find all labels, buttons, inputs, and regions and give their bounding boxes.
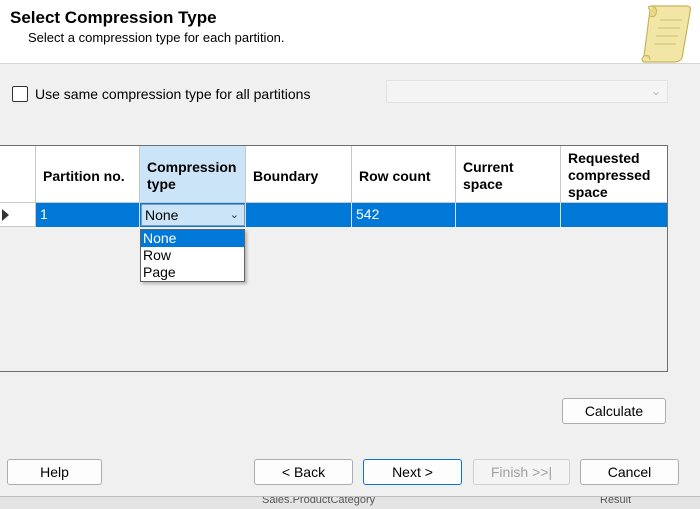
partition-grid: Partition no. Compression type Boundary …: [0, 145, 668, 372]
cell-row-count[interactable]: 542: [352, 203, 456, 227]
column-header-partition[interactable]: Partition no.: [36, 146, 140, 203]
dropdown-option-page[interactable]: Page: [141, 264, 244, 281]
column-header-compression[interactable]: Compression type: [140, 146, 246, 203]
cancel-button[interactable]: Cancel: [580, 459, 679, 485]
cell-partition-no[interactable]: 1: [36, 203, 140, 227]
wizard-header: Select Compression Type Select a compres…: [0, 0, 700, 64]
scroll-icon: [641, 5, 692, 63]
same-type-option[interactable]: Use same compression type for all partit…: [12, 84, 310, 104]
current-row-arrow-icon: [2, 209, 9, 221]
back-button[interactable]: < Back: [254, 459, 353, 485]
chevron-down-icon: ⌄: [229, 209, 239, 221]
row-header-corner: [0, 146, 36, 203]
background-window-strip: Sales.ProductCategory Result: [0, 496, 700, 509]
column-header-boundary[interactable]: Boundary: [246, 146, 352, 203]
page-subtitle: Select a compression type for each parti…: [28, 30, 285, 45]
column-header-requested-space[interactable]: Requested compressed space: [561, 146, 667, 203]
help-button[interactable]: Help: [7, 459, 102, 485]
cell-boundary[interactable]: [246, 203, 352, 227]
column-header-row-count[interactable]: Row count: [352, 146, 456, 203]
cell-requested-space[interactable]: [561, 203, 667, 227]
page-title: Select Compression Type: [10, 8, 217, 27]
same-type-label: Use same compression type for all partit…: [35, 86, 311, 102]
calculate-button[interactable]: Calculate: [562, 398, 666, 424]
next-button[interactable]: Next >: [363, 459, 462, 485]
compression-type-combobox[interactable]: None ⌄: [141, 204, 245, 226]
cell-current-space[interactable]: [456, 203, 561, 227]
dropdown-option-row[interactable]: Row: [141, 247, 244, 264]
dropdown-option-none[interactable]: None: [141, 230, 244, 247]
same-type-combobox[interactable]: ⌄: [386, 80, 668, 103]
background-tab-label: Sales.ProductCategory: [262, 496, 376, 506]
column-header-current-space[interactable]: Current space: [456, 146, 561, 203]
same-type-checkbox[interactable]: [12, 86, 28, 102]
compression-type-dropdown: None Row Page: [140, 229, 245, 282]
compression-type-value: None: [145, 207, 179, 223]
finish-button[interactable]: Finish >>|: [473, 459, 570, 485]
chevron-down-icon: ⌄: [650, 84, 661, 98]
background-result-label: Result: [600, 496, 632, 506]
row-selector[interactable]: [0, 203, 36, 227]
